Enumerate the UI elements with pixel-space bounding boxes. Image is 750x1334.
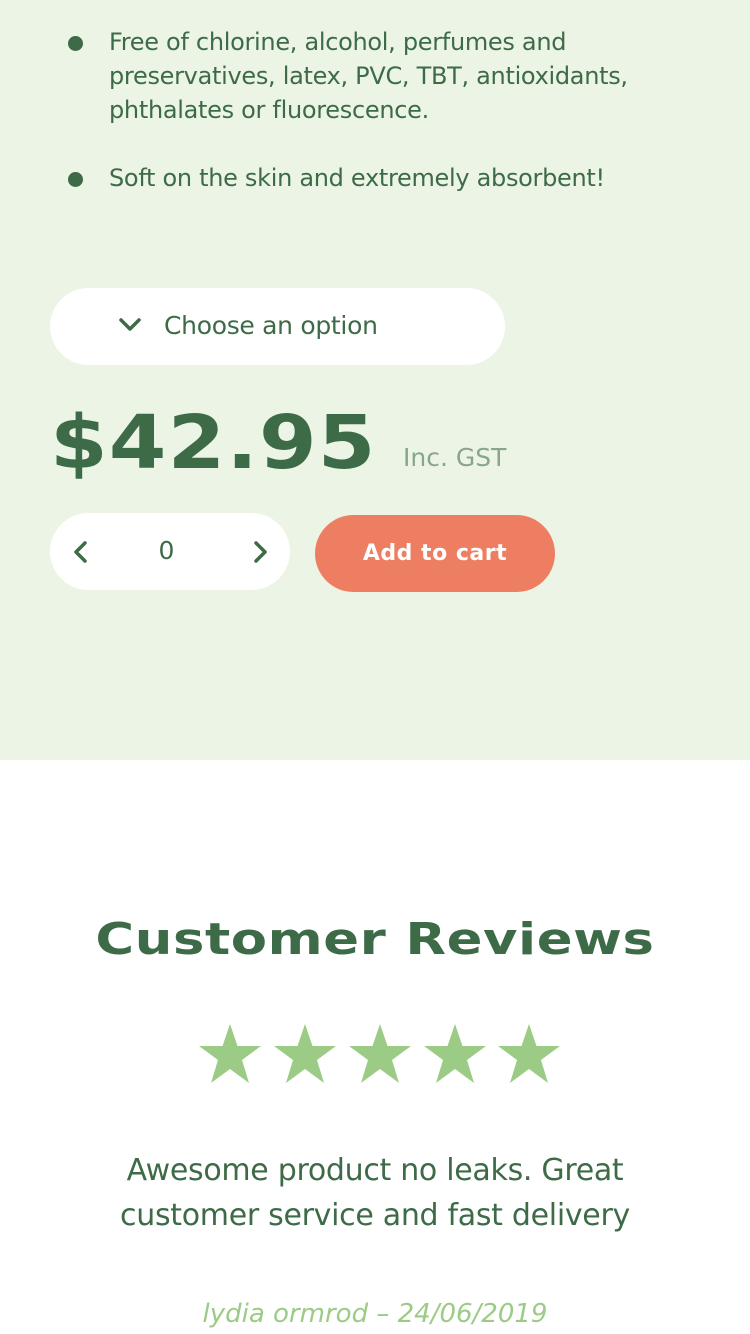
option-select-label: Choose an option bbox=[164, 311, 378, 340]
star-icon bbox=[349, 1024, 411, 1083]
review-text: Awesome product no leaks. Great customer… bbox=[120, 1153, 630, 1233]
wave-divider bbox=[0, 710, 750, 739]
feature-text: Free of chlorine, alcohol, perfumes and … bbox=[109, 28, 628, 124]
star-icon bbox=[498, 1024, 560, 1083]
star-icon bbox=[199, 1024, 261, 1083]
feature-item: Soft on the skin and extremely absorbent… bbox=[68, 161, 669, 195]
bullet-icon bbox=[68, 36, 83, 51]
star-icon bbox=[274, 1024, 336, 1083]
bullet-icon bbox=[68, 172, 83, 187]
star-rating bbox=[197, 1022, 567, 1086]
feature-item: Free of chlorine, alcohol, perfumes and … bbox=[68, 25, 669, 127]
feature-text: Soft on the skin and extremely absorbent… bbox=[109, 164, 605, 192]
star-icon bbox=[424, 1024, 486, 1083]
decrease-quantity-button[interactable] bbox=[69, 539, 93, 565]
quantity-value[interactable]: 0 bbox=[130, 536, 203, 566]
price-tax-note: Inc. GST bbox=[403, 443, 507, 472]
review-author: lydia ormrod – 24/06/2019 bbox=[202, 1299, 548, 1329]
option-select[interactable]: Choose an option bbox=[50, 288, 505, 365]
increase-quantity-button[interactable] bbox=[248, 539, 272, 565]
product-price: $42.95 bbox=[50, 400, 377, 486]
chevron-down-icon bbox=[119, 318, 141, 331]
add-to-cart-button[interactable]: Add to cart bbox=[315, 515, 555, 592]
product-details-section: Free of chlorine, alcohol, perfumes and … bbox=[0, 0, 750, 760]
reviews-heading: Customer Reviews bbox=[95, 913, 655, 965]
quantity-stepper: 0 bbox=[50, 513, 290, 590]
